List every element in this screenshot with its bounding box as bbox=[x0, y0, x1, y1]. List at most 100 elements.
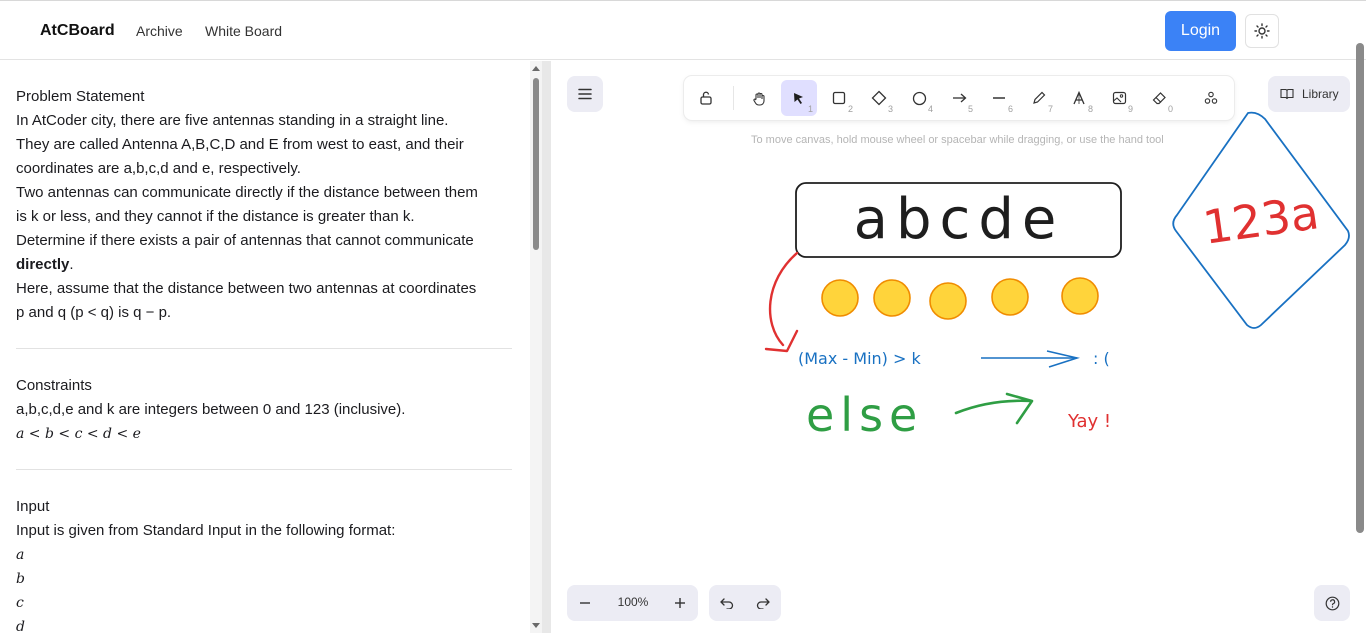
problem-panel: Problem Statement In AtCoder city, there… bbox=[0, 61, 530, 633]
page-scrollbar-thumb[interactable] bbox=[1356, 43, 1364, 533]
tool-rectangle[interactable]: 2 bbox=[821, 80, 857, 116]
statement-line: coordinates are a,b,c,d and e, respectiv… bbox=[16, 160, 301, 177]
section-divider bbox=[16, 348, 512, 349]
zoom-out-button[interactable] bbox=[567, 585, 603, 621]
shape-toolbar: 1 2 3 4 5 6 7 8 9 0 bbox=[684, 76, 1234, 120]
tool-lock[interactable] bbox=[688, 80, 724, 116]
history-controls bbox=[709, 585, 781, 621]
tool-shortcut-number: 9 bbox=[1127, 104, 1133, 114]
input-var: d bbox=[16, 619, 25, 633]
input-var: a bbox=[16, 547, 25, 563]
circle-shape[interactable] bbox=[873, 279, 911, 317]
lock-icon bbox=[700, 91, 712, 105]
shapes-icon bbox=[1204, 91, 1218, 104]
red-arrow-shape[interactable] bbox=[768, 251, 799, 347]
library-label: Library bbox=[1302, 87, 1339, 101]
theme-toggle-button[interactable] bbox=[1245, 14, 1279, 48]
statement-formula: p and q (p < q) is q − p. bbox=[16, 304, 172, 321]
line-icon bbox=[993, 97, 1005, 99]
canvas-hint: To move canvas, hold mouse wheel or spac… bbox=[751, 134, 1164, 146]
tool-image[interactable]: 9 bbox=[1101, 80, 1137, 116]
green-arrow-shape[interactable] bbox=[954, 399, 1033, 415]
box-text[interactable]: abcde bbox=[854, 187, 1065, 252]
tool-selection[interactable]: 1 bbox=[781, 80, 817, 116]
nav-archive[interactable]: Archive bbox=[136, 23, 183, 39]
panel-resize-handle[interactable] bbox=[542, 61, 551, 633]
zoom-level[interactable]: 100% bbox=[611, 595, 655, 609]
brand-logo[interactable]: AtCBoard bbox=[40, 22, 115, 40]
tool-draw[interactable]: 7 bbox=[1021, 80, 1057, 116]
tool-shortcut-number: 6 bbox=[1007, 104, 1013, 114]
red-arrowhead bbox=[764, 329, 799, 353]
problem-statement-section: Problem Statement In AtCoder city, there… bbox=[16, 85, 512, 325]
pencil-icon bbox=[1033, 91, 1046, 104]
problem-scrollbar[interactable] bbox=[530, 61, 542, 633]
sad-face-text[interactable]: : ( bbox=[1093, 349, 1110, 368]
circle-shape[interactable] bbox=[929, 282, 967, 320]
tool-eraser[interactable]: 0 bbox=[1141, 80, 1177, 116]
main-menu-button[interactable] bbox=[567, 76, 603, 112]
page-scrollbar[interactable] bbox=[1353, 43, 1366, 633]
input-var: b bbox=[16, 571, 25, 587]
text-icon bbox=[1073, 91, 1085, 105]
zoom-in-button[interactable] bbox=[662, 585, 698, 621]
whiteboard-canvas[interactable]: abcde 123a (Max - Min) > k : ( else Yay … bbox=[551, 61, 1366, 633]
login-button[interactable]: Login bbox=[1165, 11, 1236, 51]
tool-shortcut-number: 4 bbox=[927, 104, 933, 114]
sun-icon bbox=[1254, 23, 1270, 39]
circle-shape[interactable] bbox=[991, 278, 1029, 316]
arrow-icon bbox=[952, 93, 966, 103]
circle-shape[interactable] bbox=[1061, 277, 1099, 315]
help-button[interactable] bbox=[1314, 585, 1350, 621]
tool-diamond[interactable]: 3 bbox=[861, 80, 897, 116]
tool-extra-shapes[interactable] bbox=[1193, 80, 1229, 116]
formula-text[interactable]: (Max - Min) > k bbox=[798, 349, 921, 368]
input-description: Input is given from Standard Input in th… bbox=[16, 522, 396, 539]
pointer-icon bbox=[794, 93, 803, 104]
blue-arrowhead bbox=[1046, 350, 1080, 368]
library-button[interactable]: Library bbox=[1268, 76, 1350, 112]
tool-shortcut-number: 2 bbox=[847, 104, 853, 114]
app-header: AtCBoard Archive White Board Login bbox=[0, 3, 1366, 60]
tool-arrow[interactable]: 5 bbox=[941, 80, 977, 116]
zoom-controls: 100% bbox=[567, 585, 698, 621]
green-arrowhead bbox=[1005, 392, 1034, 425]
undo-icon bbox=[720, 598, 734, 609]
scroll-down-arrow-icon[interactable] bbox=[532, 623, 540, 628]
tool-shortcut-number: 5 bbox=[967, 104, 973, 114]
diamond-text[interactable]: 123a bbox=[1200, 185, 1322, 255]
nav-white-board[interactable]: White Board bbox=[205, 23, 282, 39]
scrollbar-thumb[interactable] bbox=[533, 78, 539, 250]
tool-ellipse[interactable]: 4 bbox=[901, 80, 937, 116]
tool-shortcut-number: 1 bbox=[807, 104, 813, 114]
input-section: Input Input is given from Standard Input… bbox=[16, 495, 512, 633]
scroll-up-arrow-icon[interactable] bbox=[532, 66, 540, 71]
tool-text[interactable]: 8 bbox=[1061, 80, 1097, 116]
tool-shortcut-number: 0 bbox=[1167, 104, 1173, 114]
tool-hand[interactable] bbox=[741, 80, 777, 116]
statement-line: is k or less, and they cannot if the dis… bbox=[16, 208, 415, 225]
statement-line: They are called Antenna A,B,C,D and E fr… bbox=[16, 136, 464, 153]
section-divider bbox=[16, 469, 512, 470]
statement-line: In AtCoder city, there are five antennas… bbox=[16, 112, 449, 129]
constraints-title: Constraints bbox=[16, 377, 92, 394]
undo-button[interactable] bbox=[709, 585, 745, 621]
constraint-line: a,b,c,d,e and k are integers between 0 a… bbox=[16, 401, 406, 418]
statement-line: Two antennas can communicate directly if… bbox=[16, 184, 478, 201]
toolbar-separator bbox=[733, 86, 734, 110]
problem-statement-title: Problem Statement bbox=[16, 88, 145, 105]
rectangle-icon bbox=[832, 91, 846, 105]
help-icon bbox=[1325, 596, 1339, 610]
redo-button[interactable] bbox=[745, 585, 781, 621]
else-text[interactable]: else bbox=[806, 388, 923, 442]
bold-directly: directly bbox=[16, 256, 70, 273]
circle-group bbox=[821, 277, 1099, 320]
constraint-line: a < b < c < d < e bbox=[16, 426, 141, 442]
circle-shape[interactable] bbox=[821, 279, 859, 317]
eraser-icon bbox=[1152, 92, 1166, 105]
tool-shortcut-number: 8 bbox=[1087, 104, 1093, 114]
tool-line[interactable]: 6 bbox=[981, 80, 1017, 116]
yay-text[interactable]: Yay ! bbox=[1067, 411, 1111, 432]
plus-icon bbox=[675, 598, 685, 608]
statement-line-bold: directly. bbox=[16, 256, 74, 273]
